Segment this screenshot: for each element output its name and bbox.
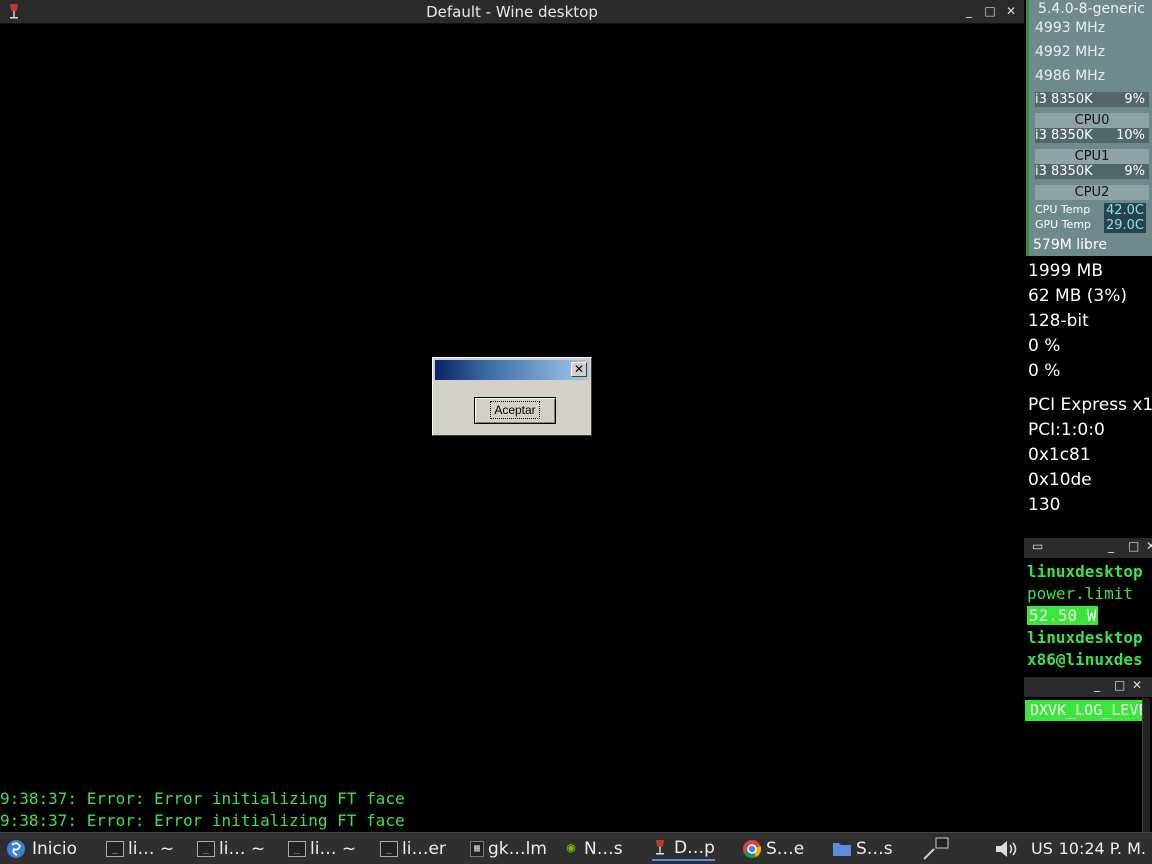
close-button[interactable]: ✕	[1002, 2, 1020, 20]
task-button[interactable]: _ li… ~	[288, 837, 356, 861]
task-button[interactable]: _ li… ~	[197, 837, 265, 861]
nvidia-icon: ◉	[566, 840, 576, 856]
task-button[interactable]: ▦ gk…lm	[470, 837, 547, 861]
gpu-temp-label: GPU Temp	[1035, 218, 1092, 231]
accept-button[interactable]: Aceptar	[474, 397, 556, 424]
task-label: S…s	[856, 839, 893, 859]
terminal-icon: _	[106, 841, 124, 857]
gpu-value: 0x1c81	[1028, 445, 1091, 465]
minimize-button[interactable]: _	[1094, 678, 1100, 692]
task-label: li… ~	[310, 839, 357, 859]
cpu-freq: 4993 MHz	[1035, 20, 1106, 36]
terminal-icon: _	[288, 841, 306, 857]
gkrellm-monitor: 5.4.0-8-generic 4993 MHz 4992 MHz 4986 M…	[1026, 0, 1152, 256]
terminal-scrollbar[interactable]	[1142, 698, 1150, 832]
maximize-button[interactable]: □	[1114, 678, 1125, 692]
task-button[interactable]: ◉ N…s	[562, 837, 623, 861]
cpu-load-row: i3 8350K 9%	[1035, 164, 1149, 179]
start-menu-button[interactable]: Inicio	[6, 837, 77, 861]
terminal-icon: _	[197, 841, 215, 857]
gpu-value: 1999 MB	[1028, 261, 1103, 281]
cpu-label: CPU0	[1035, 113, 1149, 128]
task-label: li… ~	[128, 839, 175, 859]
terminal-line: linuxdesktop	[1027, 628, 1143, 647]
cpu-model: i3 8350K	[1035, 128, 1093, 143]
terminal-window[interactable]: linuxdesktop power.limit 52.50 W linuxde…	[1024, 560, 1152, 673]
gpu-value: 0 %	[1028, 336, 1061, 356]
gpu-value: 0 %	[1028, 361, 1061, 381]
gpu-value: 130	[1028, 495, 1061, 515]
message-dialog: ✕ Aceptar	[432, 357, 592, 436]
cpu-label: CPU1	[1035, 149, 1149, 164]
terminal-line: power.limit	[1027, 584, 1133, 603]
console-line: 9:38:37: Error: Error initializing FT fa…	[0, 789, 405, 808]
task-label: S…e	[766, 839, 805, 859]
dialog-close-button[interactable]: ✕	[571, 362, 587, 377]
terminal-icon: ▭	[1032, 539, 1044, 553]
gpu-value: 0x10de	[1028, 470, 1092, 490]
dialog-caption-bar[interactable]	[435, 360, 589, 380]
task-label: D…p	[674, 838, 715, 858]
minimize-button[interactable]: _	[960, 2, 978, 20]
cpu-load-row: i3 8350K 9%	[1035, 92, 1149, 107]
close-button[interactable]: ✕	[1132, 678, 1142, 692]
maximize-button[interactable]: □	[981, 2, 999, 20]
cpu-label: CPU2	[1035, 185, 1149, 200]
keyboard-layout[interactable]: US	[1031, 839, 1053, 858]
console-line: 9:38:37: Error: Error initializing FT fa…	[0, 811, 405, 830]
close-button[interactable]: ✕	[1146, 539, 1152, 553]
cpu-load: 9%	[1124, 164, 1145, 179]
accept-button-label: Aceptar	[490, 401, 540, 419]
cpu-load-row: i3 8350K 10%	[1035, 128, 1149, 143]
terminal-line: x86@linuxdes	[1027, 650, 1143, 669]
terminal-window[interactable]: DXVK_LOG_LEVEL	[1024, 698, 1152, 832]
folder-icon	[833, 843, 851, 856]
cpu-model: i3 8350K	[1035, 92, 1093, 107]
task-label: N…s	[584, 839, 623, 859]
window-title: Default - Wine desktop	[426, 3, 598, 21]
gpu-value: 128-bit	[1028, 311, 1089, 331]
gpu-value: PCI:1:0:0	[1028, 420, 1105, 440]
cpu-temp-label: CPU Temp	[1035, 203, 1091, 216]
start-label: Inicio	[32, 839, 77, 859]
minimize-button[interactable]: _	[1108, 539, 1114, 553]
task-label: gk…lm	[488, 839, 547, 859]
gpu-info-panel: 1999 MB 62 MB (3%) 128-bit 0 % 0 % PCI E…	[1024, 258, 1152, 540]
gpu-temp-value: 29.0C	[1103, 218, 1146, 233]
task-button-active[interactable]: D…p	[652, 837, 715, 861]
memory-free: 579M libre	[1033, 237, 1107, 253]
cpu-model: i3 8350K	[1035, 164, 1093, 179]
terminal-line: linuxdesktop	[1027, 562, 1143, 581]
task-button[interactable]: _ li…er	[380, 837, 446, 861]
maximize-button[interactable]: □	[1128, 539, 1139, 553]
terminal-icon: _	[380, 841, 398, 857]
task-button[interactable]: S…e	[742, 837, 804, 861]
distro-logo-icon	[7, 840, 25, 858]
task-label: li…er	[402, 839, 446, 859]
chrome-icon	[743, 840, 761, 858]
clock[interactable]: 10:24 P. M.	[1059, 839, 1146, 858]
kernel-version: 5.4.0-8-generic	[1038, 1, 1145, 17]
cpu-temp-value: 42.0C	[1103, 203, 1146, 218]
terminal-titlebar[interactable]: ▭ _ □ ✕	[1024, 538, 1152, 558]
taskbar: Inicio _ li… ~ _ li… ~ _ li… ~ _ li…er ▦ gk…l…	[0, 832, 1152, 864]
wine-glass-icon	[656, 840, 664, 855]
cpu-load: 9%	[1124, 92, 1145, 107]
task-button[interactable]: _ li… ~	[106, 837, 174, 861]
cpu-freq: 4986 MHz	[1035, 68, 1106, 84]
gpu-value: 62 MB (3%)	[1028, 286, 1128, 306]
gkrellm-icon: ▦	[470, 841, 484, 857]
network-tray-icon[interactable]	[920, 835, 950, 863]
wine-window-titlebar[interactable]: Default - Wine desktop _ □ ✕	[0, 0, 1024, 24]
volume-icon[interactable]	[993, 838, 1021, 860]
cpu-freq: 4992 MHz	[1035, 44, 1106, 60]
gpu-value: PCI Express x16	[1028, 395, 1152, 415]
task-label: li… ~	[219, 839, 266, 859]
cpu-load: 10%	[1116, 128, 1145, 143]
terminal-titlebar[interactable]: _ □ ✕	[1024, 677, 1152, 697]
task-button[interactable]: S…s	[832, 837, 893, 861]
terminal-line: 52.50 W	[1027, 606, 1099, 625]
terminal-line: DXVK_LOG_LEVEL	[1025, 700, 1142, 721]
